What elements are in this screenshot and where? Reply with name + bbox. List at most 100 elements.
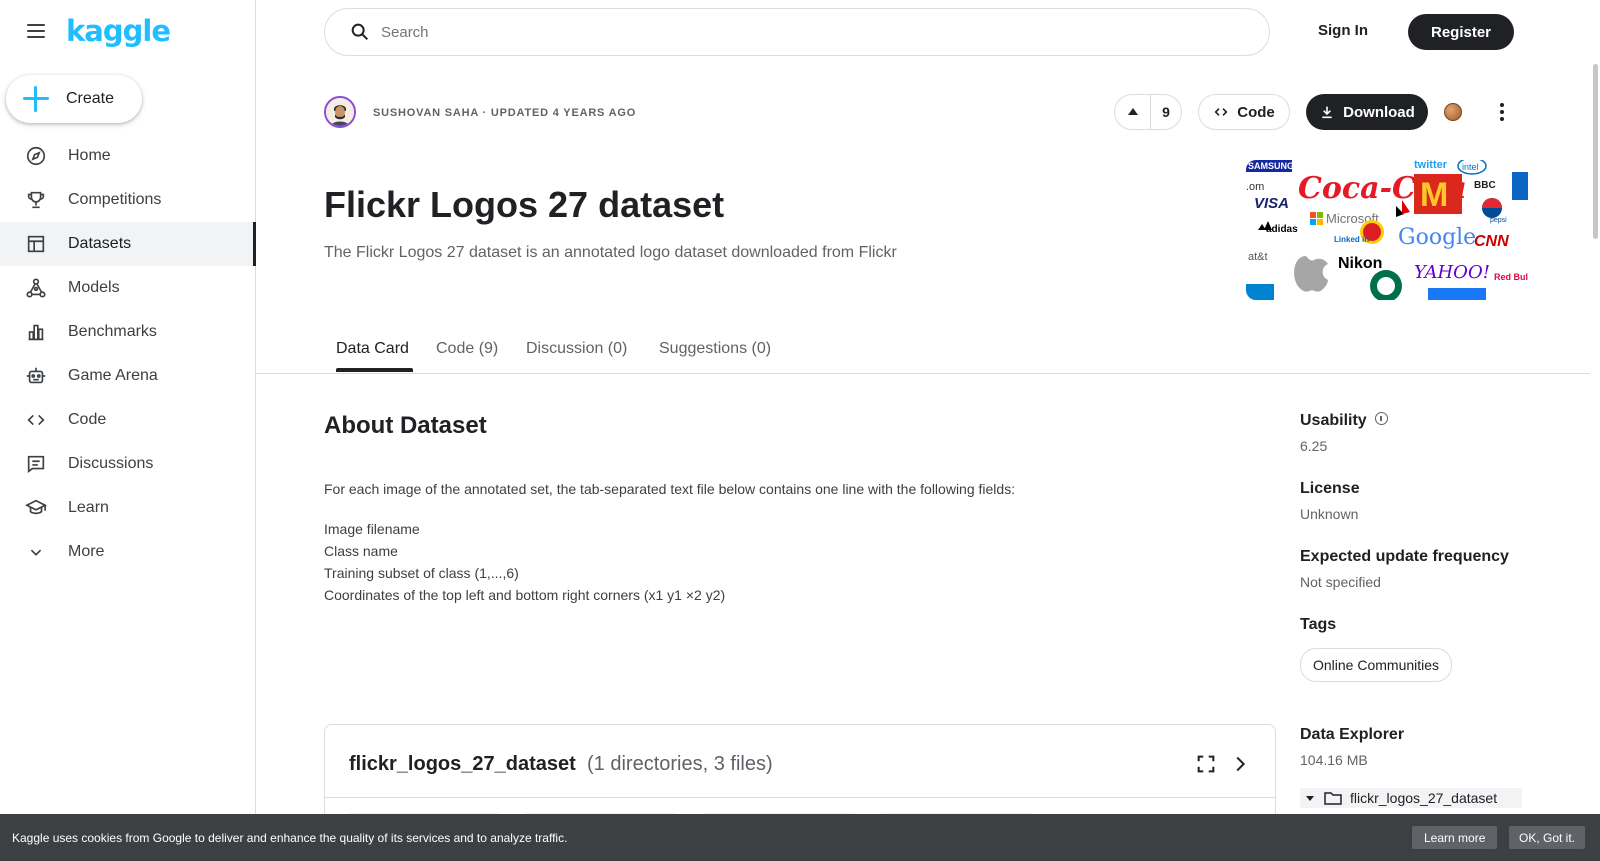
about-intro-text: For each image of the annotated set, the… xyxy=(324,481,1016,497)
brand-cnn: CNN xyxy=(1474,233,1509,250)
code-button[interactable]: Code xyxy=(1198,94,1290,130)
tab-code[interactable]: Code (9) xyxy=(436,340,498,358)
sidebar-item-label: Models xyxy=(68,279,120,296)
sidebar-item-label: More xyxy=(68,543,105,560)
sidebar-item-label: Discussions xyxy=(68,455,154,472)
brand-nikon: Nikon xyxy=(1338,255,1382,272)
tags-section: Tags Online Communities xyxy=(1300,616,1453,682)
brand-visa: VISA xyxy=(1254,195,1289,212)
data-explorer-size: 104.16 MB xyxy=(1300,752,1368,768)
sidebar-item-label: Benchmarks xyxy=(68,323,157,340)
license-label: License xyxy=(1300,480,1360,497)
active-tab-indicator xyxy=(336,368,413,372)
brand-yahoo: YAHOO! xyxy=(1414,262,1490,283)
sidebar-item-models[interactable]: Models xyxy=(0,266,256,310)
sidebar-item-learn[interactable]: Learn xyxy=(0,486,256,530)
brand-pepsi: pepsi xyxy=(1490,217,1507,224)
code-icon xyxy=(24,408,48,432)
dataset-subtitle: The Flickr Logos 27 dataset is an annota… xyxy=(324,244,897,261)
usability-section: Usability 6.25 xyxy=(1300,412,1388,454)
sidebar-item-datasets[interactable]: Datasets xyxy=(0,222,256,266)
caret-down-icon[interactable] xyxy=(1306,795,1314,801)
sidebar: kaggle Create Home Competitions Datasets… xyxy=(0,0,256,861)
data-explorer-label: Data Explorer xyxy=(1300,726,1405,743)
sidebar-item-label: Code xyxy=(68,411,107,428)
chevron-down-icon xyxy=(24,540,48,564)
robot-icon xyxy=(24,364,48,388)
field-item: Class name xyxy=(324,543,398,559)
license-section: License Unknown xyxy=(1300,480,1360,522)
chevron-right-icon[interactable] xyxy=(1229,753,1251,775)
tab-data-card[interactable]: Data Card xyxy=(336,340,409,358)
cookie-ok-button[interactable]: OK, Got it. xyxy=(1509,826,1586,849)
update-frequency-section: Expected update frequency Not specified xyxy=(1300,548,1509,590)
brand-twitter: twitter xyxy=(1414,160,1448,171)
brand-intel: intel xyxy=(1462,162,1479,172)
sidebar-item-benchmarks[interactable]: Benchmarks xyxy=(0,310,256,354)
brand-att: at&t xyxy=(1248,251,1268,263)
data-explorer-section: Data Explorer 104.16 MB xyxy=(1300,726,1404,768)
avatar[interactable] xyxy=(324,96,356,128)
school-icon xyxy=(24,496,48,520)
field-list: Image filename Class name Training subse… xyxy=(324,518,725,606)
avatar-image xyxy=(326,98,354,126)
sidebar-item-label: Game Arena xyxy=(68,367,158,384)
search-input[interactable] xyxy=(381,23,1231,41)
register-button[interactable]: Register xyxy=(1408,14,1514,50)
brand-bbc: BBC xyxy=(1474,180,1496,191)
code-button-label: Code xyxy=(1237,103,1275,121)
fullscreen-icon[interactable] xyxy=(1195,753,1217,775)
logo-collage: SAMSUNG Coca-Cola twitter intel .om VISA… xyxy=(1246,160,1528,300)
sidebar-item-competitions[interactable]: Competitions xyxy=(0,178,256,222)
explorer-tree-label: flickr_logos_27_dataset xyxy=(1350,790,1498,806)
tag-chip[interactable]: Online Communities xyxy=(1300,648,1453,682)
sign-in-link[interactable]: Sign In xyxy=(1318,22,1368,39)
svg-text:.om: .om xyxy=(1246,181,1264,193)
kaggle-logo[interactable]: kaggle xyxy=(66,14,171,48)
explorer-tree-root[interactable]: flickr_logos_27_dataset xyxy=(1300,788,1522,808)
sidebar-item-label: Home xyxy=(68,147,111,164)
scrollbar-thumb[interactable] xyxy=(1593,64,1598,239)
field-item: Image filename xyxy=(324,521,420,537)
dataset-tabs: Data Card Code (9) Discussion (0) Sugges… xyxy=(256,330,1590,374)
cookie-learn-more-button[interactable]: Learn more xyxy=(1412,826,1498,849)
hamburger-menu-icon[interactable] xyxy=(24,19,48,43)
bronze-medal-icon[interactable] xyxy=(1444,103,1462,121)
caret-up-icon xyxy=(1127,108,1138,115)
more-options-icon[interactable] xyxy=(1490,100,1514,124)
tab-discussion[interactable]: Discussion (0) xyxy=(526,340,627,358)
vote-count: 9 xyxy=(1162,104,1170,120)
dataset-title: Flickr Logos 27 dataset xyxy=(324,184,725,225)
brand-mcdonalds: M xyxy=(1420,176,1448,214)
download-button[interactable]: Download xyxy=(1306,94,1428,130)
bar-chart-icon xyxy=(24,320,48,344)
cookie-banner: Kaggle uses cookies from Google to deliv… xyxy=(0,814,1600,861)
brand-google: Google xyxy=(1398,225,1476,250)
comment-icon xyxy=(24,452,48,476)
sidebar-item-home[interactable]: Home xyxy=(0,134,256,178)
file-card-name[interactable]: flickr_logos_27_dataset xyxy=(349,753,576,776)
search-bar[interactable] xyxy=(324,8,1270,56)
download-button-label: Download xyxy=(1343,103,1415,121)
update-frequency-label: Expected update frequency xyxy=(1300,548,1509,565)
tags-label: Tags xyxy=(1300,616,1337,633)
upvote-control: 9 xyxy=(1114,94,1182,130)
tab-suggestions[interactable]: Suggestions (0) xyxy=(659,340,771,358)
info-icon[interactable] xyxy=(1374,412,1388,426)
create-button[interactable]: Create xyxy=(6,75,142,123)
sidebar-item-more[interactable]: More xyxy=(0,530,256,574)
about-dataset-heading: About Dataset xyxy=(324,412,487,439)
upvote-button[interactable] xyxy=(1115,95,1151,129)
sidebar-item-label: Learn xyxy=(68,499,109,516)
sidebar-item-game-arena[interactable]: Game Arena xyxy=(0,354,256,398)
trophy-icon xyxy=(24,188,48,212)
table-icon xyxy=(24,232,48,256)
sidebar-item-code[interactable]: Code xyxy=(0,398,256,442)
search-icon xyxy=(351,23,369,41)
field-item: Coordinates of the top left and bottom r… xyxy=(324,587,726,603)
sidebar-item-label: Competitions xyxy=(68,191,162,208)
sidebar-nav: Home Competitions Datasets Models Benchm… xyxy=(0,134,256,574)
file-card-count: (1 directories, 3 files) xyxy=(587,753,773,775)
brand-red-bull: Red Bull xyxy=(1494,272,1528,282)
sidebar-item-discussions[interactable]: Discussions xyxy=(0,442,256,486)
